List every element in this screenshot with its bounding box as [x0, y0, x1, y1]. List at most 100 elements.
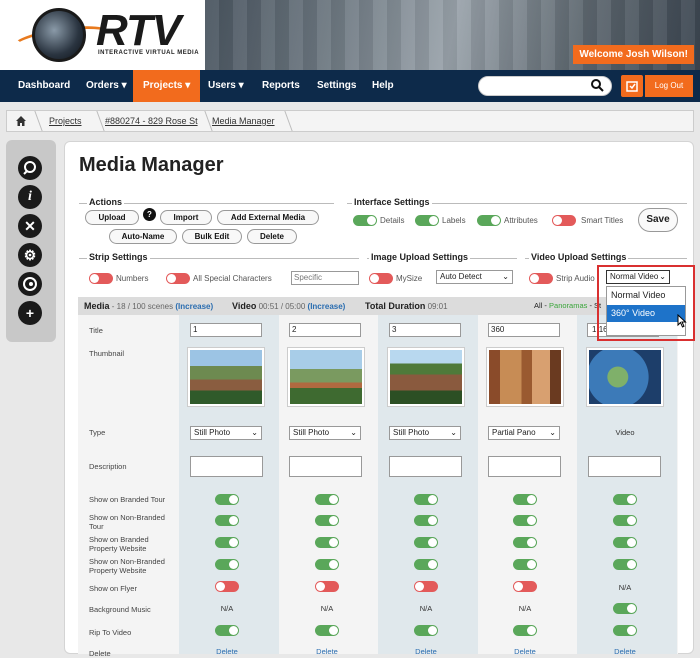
- home-icon[interactable]: [15, 115, 27, 127]
- branded-web-toggle-1[interactable]: [215, 537, 239, 548]
- rip-toggle-1[interactable]: [215, 625, 239, 636]
- delete-link-2[interactable]: Delete: [307, 647, 347, 656]
- strip-special-chars-toggle[interactable]: [166, 273, 190, 284]
- type-select-1[interactable]: Still Photo ⌄: [190, 426, 262, 440]
- info-icon[interactable]: i: [18, 185, 42, 209]
- rip-toggle-2[interactable]: [315, 625, 339, 636]
- bulk-edit-button[interactable]: Bulk Edit: [182, 229, 242, 244]
- thumbnail-4[interactable]: [487, 348, 563, 406]
- title-input-4[interactable]: 360: [488, 323, 560, 337]
- breadcrumb-media-manager[interactable]: Media Manager: [212, 116, 275, 126]
- nonbranded-toggle-4[interactable]: [513, 515, 537, 526]
- thumbnail-5[interactable]: [587, 348, 663, 406]
- notifications-icon[interactable]: [621, 75, 643, 97]
- strip-audio-toggle[interactable]: [529, 273, 553, 284]
- type-select-3[interactable]: Still Photo ⌄: [389, 426, 461, 440]
- branded-toggle-2[interactable]: [315, 494, 339, 505]
- breadcrumb-project[interactable]: #880274 - 829 Rose St: [105, 116, 198, 126]
- nonbranded-toggle-2[interactable]: [315, 515, 339, 526]
- branded-web-toggle-3[interactable]: [414, 537, 438, 548]
- search-icon[interactable]: [18, 156, 42, 180]
- nonbranded-web-toggle-2[interactable]: [315, 559, 339, 570]
- description-input-3[interactable]: [389, 456, 462, 477]
- rip-toggle-3[interactable]: [414, 625, 438, 636]
- increase-video-link[interactable]: (Increase): [308, 302, 346, 311]
- strip-numbers-label: Numbers: [116, 274, 149, 283]
- nonbranded-toggle-5[interactable]: [613, 515, 637, 526]
- flyer-toggle-3[interactable]: [414, 581, 438, 592]
- add-external-media-button[interactable]: Add External Media: [217, 210, 319, 225]
- rip-toggle-4[interactable]: [513, 625, 537, 636]
- nonbranded-toggle-1[interactable]: [215, 515, 239, 526]
- nav-orders[interactable]: Orders ▾: [86, 70, 127, 102]
- branded-web-toggle-5[interactable]: [613, 537, 637, 548]
- details-toggle[interactable]: [353, 215, 377, 226]
- branded-toggle-4[interactable]: [513, 494, 537, 505]
- search-icon[interactable]: [590, 78, 604, 92]
- delete-link-1[interactable]: Delete: [207, 647, 247, 656]
- row-label-branded: Show on Branded Tour: [89, 495, 166, 504]
- description-input-2[interactable]: [289, 456, 362, 477]
- music-toggle-5[interactable]: [613, 603, 637, 614]
- palette-icon[interactable]: [18, 272, 42, 296]
- nonbranded-web-toggle-5[interactable]: [613, 559, 637, 570]
- rip-toggle-5[interactable]: [613, 625, 637, 636]
- import-button[interactable]: Import: [160, 210, 212, 225]
- image-mode-select[interactable]: Auto Detect ⌄: [436, 270, 513, 284]
- type-select-2[interactable]: Still Photo ⌄: [289, 426, 361, 440]
- highlight-box: [597, 265, 695, 341]
- branded-web-toggle-2[interactable]: [315, 537, 339, 548]
- description-input-5[interactable]: [588, 456, 661, 477]
- breadcrumb-projects[interactable]: Projects: [49, 116, 82, 126]
- header: RTV INTERACTIVE VIRTUAL MEDIA Welcome Jo…: [0, 0, 700, 70]
- branded-toggle-3[interactable]: [414, 494, 438, 505]
- delete-button[interactable]: Delete: [247, 229, 297, 244]
- title-input-3[interactable]: 3: [389, 323, 461, 337]
- gear-icon[interactable]: ⚙: [18, 243, 42, 267]
- nonbranded-web-toggle-1[interactable]: [215, 559, 239, 570]
- description-input-1[interactable]: [190, 456, 263, 477]
- strip-numbers-toggle[interactable]: [89, 273, 113, 284]
- increase-scenes-link[interactable]: (Increase): [175, 302, 213, 311]
- help-icon[interactable]: ?: [143, 208, 156, 221]
- close-icon[interactable]: ✕: [18, 214, 42, 238]
- nav-help[interactable]: Help: [372, 70, 394, 102]
- branded-web-toggle-4[interactable]: [513, 537, 537, 548]
- nav-settings[interactable]: Settings: [317, 70, 356, 102]
- upload-button[interactable]: Upload: [85, 210, 139, 225]
- auto-name-button[interactable]: Auto-Name: [109, 229, 177, 244]
- nav-projects[interactable]: Projects ▾: [133, 70, 201, 102]
- branded-toggle-1[interactable]: [215, 494, 239, 505]
- title-input-2[interactable]: 2: [289, 323, 361, 337]
- add-icon[interactable]: +: [18, 301, 42, 325]
- title-input-1[interactable]: 1: [190, 323, 262, 337]
- labels-toggle[interactable]: [415, 215, 439, 226]
- nav-users[interactable]: Users ▾: [208, 70, 244, 102]
- flyer-toggle-2[interactable]: [315, 581, 339, 592]
- breadcrumb: Projects #880274 - 829 Rose St Media Man…: [6, 110, 694, 132]
- nonbranded-toggle-3[interactable]: [414, 515, 438, 526]
- thumbnail-1[interactable]: [188, 348, 264, 406]
- branded-toggle-5[interactable]: [613, 494, 637, 505]
- thumbnail-2[interactable]: [288, 348, 364, 406]
- save-button[interactable]: Save: [638, 208, 678, 232]
- strip-special-chars-label: All Special Characters: [193, 274, 272, 283]
- nav-dashboard[interactable]: Dashboard: [18, 70, 70, 102]
- attributes-toggle[interactable]: [477, 215, 501, 226]
- mysize-toggle[interactable]: [369, 273, 393, 284]
- logout-button[interactable]: Log Out: [645, 75, 693, 97]
- specific-character-input[interactable]: Specific Character: [291, 271, 359, 285]
- filter-panoramas-link[interactable]: Panoramas: [549, 301, 587, 310]
- flyer-toggle-1[interactable]: [215, 581, 239, 592]
- delete-link-5[interactable]: Delete: [605, 647, 645, 656]
- delete-link-3[interactable]: Delete: [406, 647, 446, 656]
- thumbnail-3[interactable]: [388, 348, 464, 406]
- type-select-4[interactable]: Partial Pano ⌄: [488, 426, 560, 440]
- delete-link-4[interactable]: Delete: [505, 647, 545, 656]
- description-input-4[interactable]: [488, 456, 561, 477]
- nonbranded-web-toggle-3[interactable]: [414, 559, 438, 570]
- smart-titles-toggle[interactable]: [552, 215, 576, 226]
- flyer-toggle-4[interactable]: [513, 581, 537, 592]
- nonbranded-web-toggle-4[interactable]: [513, 559, 537, 570]
- nav-reports[interactable]: Reports: [262, 70, 300, 102]
